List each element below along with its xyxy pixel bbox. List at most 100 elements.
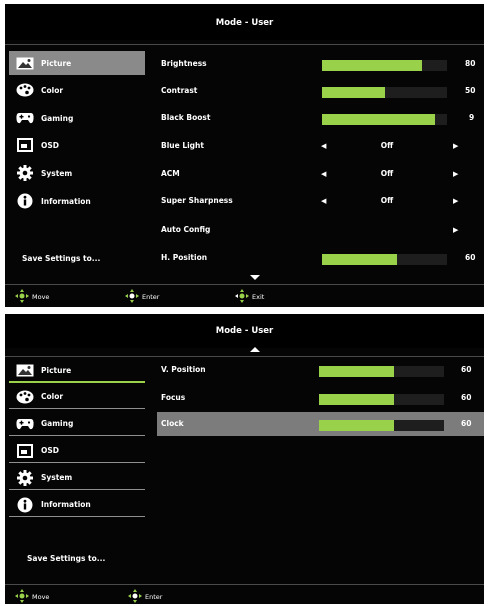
dpad-enter-icon	[125, 289, 142, 305]
palette-icon	[13, 390, 37, 404]
sidebar-item-label: Information	[41, 196, 91, 206]
arrow-left-icon[interactable]: ◀	[321, 134, 326, 158]
sidebar-item-information[interactable]: Information	[9, 493, 145, 517]
sidebar-item-label: Picture	[41, 365, 72, 375]
sidebar-item-color[interactable]: Color	[9, 78, 145, 102]
arrow-right-icon[interactable]: ▶	[453, 218, 458, 242]
hint-enter: Enter	[125, 287, 159, 307]
gamepad-icon	[13, 417, 37, 431]
sidebar-item-label: Information	[41, 500, 91, 509]
setting-contrast[interactable]: Contrast 50	[157, 79, 484, 103]
arrow-right-icon[interactable]: ▶	[453, 134, 458, 158]
gear-icon	[13, 165, 37, 181]
setting-label: Black Boost	[161, 113, 211, 122]
setting-option: Off	[380, 169, 394, 178]
dpad-move-icon	[15, 289, 32, 305]
sidebar-item-label: System	[41, 473, 73, 482]
dpad-move-icon	[15, 589, 32, 604]
setting-black-boost[interactable]: Black Boost 9	[157, 106, 484, 130]
sidebar-item-picture[interactable]: Picture	[9, 51, 145, 75]
sidebar-item-label: Gaming	[41, 113, 74, 123]
setting-auto-config[interactable]: Auto Config ▶	[157, 218, 484, 242]
sidebar-item-osd[interactable]: OSD	[9, 439, 145, 463]
setting-label: Brightness	[161, 59, 207, 68]
dpad-exit-icon	[235, 289, 252, 305]
divider	[5, 356, 484, 357]
footer-hints: Move Enter Exit	[5, 287, 484, 307]
sidebar-item-label: Picture	[41, 58, 72, 68]
sidebar-item-label: Color	[41, 392, 64, 401]
setting-value: 9	[469, 113, 475, 122]
hint-label: Move	[32, 593, 50, 601]
palette-icon	[13, 83, 37, 97]
level-bar[interactable]	[319, 394, 444, 405]
setting-label: Contrast	[161, 86, 198, 95]
setting-label: V. Position	[161, 365, 206, 374]
setting-blue-light[interactable]: Blue Light ◀ Off ▶	[157, 134, 484, 158]
hint-label: Exit	[252, 293, 265, 301]
arrow-left-icon[interactable]: ◀	[321, 189, 326, 213]
save-settings-button[interactable]: Save Settings to...	[27, 554, 105, 563]
sidebar-item-picture[interactable]: Picture	[9, 359, 145, 383]
setting-acm[interactable]: ACM ◀ Off ▶	[157, 162, 484, 186]
sidebar-item-label: Color	[41, 85, 64, 95]
setting-h-position[interactable]: H. Position 60	[157, 246, 484, 270]
picture-icon	[13, 364, 37, 377]
gamepad-icon	[13, 111, 37, 125]
level-bar[interactable]	[322, 60, 447, 71]
sidebar-item-system[interactable]: System	[9, 161, 145, 185]
setting-option: Off	[380, 196, 394, 205]
sidebar-item-information[interactable]: Information	[9, 189, 145, 213]
setting-focus[interactable]: Focus 60	[157, 386, 484, 410]
arrow-left-icon[interactable]: ◀	[321, 162, 326, 186]
footer-hints: Move Enter	[5, 587, 484, 604]
level-bar[interactable]	[319, 366, 444, 377]
sidebar-item-osd[interactable]: OSD	[9, 133, 145, 157]
setting-label: Super Sharpness	[161, 196, 233, 205]
setting-value: 60	[461, 365, 472, 374]
level-fill	[319, 394, 394, 405]
level-fill	[322, 60, 422, 71]
setting-label: Auto Config	[161, 225, 211, 234]
divider	[5, 584, 484, 585]
level-bar[interactable]	[319, 420, 444, 431]
sidebar-item-system[interactable]: System	[9, 466, 145, 490]
sidebar-item-label: Gaming	[41, 419, 74, 428]
setting-value: 60	[461, 393, 472, 402]
hint-label: Enter	[145, 593, 163, 601]
setting-value: 60	[465, 253, 476, 262]
osd-icon	[13, 138, 37, 152]
level-bar[interactable]	[322, 114, 447, 125]
hint-move: Move	[15, 587, 49, 604]
divider	[5, 284, 484, 285]
sidebar-item-label: OSD	[41, 446, 60, 455]
setting-v-position[interactable]: V. Position 60	[157, 358, 484, 382]
sidebar-item-label: OSD	[41, 140, 60, 150]
setting-clock[interactable]: Clock 60	[157, 412, 484, 436]
arrow-right-icon[interactable]: ▶	[453, 189, 458, 213]
scroll-down-icon[interactable]	[250, 275, 260, 280]
scroll-up-icon[interactable]	[250, 347, 260, 352]
arrow-right-icon[interactable]: ▶	[453, 162, 458, 186]
osd-icon	[13, 443, 37, 458]
sidebar-item-gaming[interactable]: Gaming	[9, 412, 145, 436]
setting-value: 60	[461, 419, 472, 428]
hint-move: Move	[15, 287, 49, 307]
divider	[5, 44, 484, 45]
setting-brightness[interactable]: Brightness 80	[157, 52, 484, 76]
level-fill	[319, 366, 394, 377]
setting-value: 80	[465, 59, 476, 68]
sidebar-item-gaming[interactable]: Gaming	[9, 106, 145, 130]
level-bar[interactable]	[322, 254, 447, 265]
setting-option: Off	[380, 141, 394, 150]
setting-super-sharpness[interactable]: Super Sharpness ◀ Off ▶	[157, 189, 484, 213]
gear-icon	[13, 469, 37, 486]
setting-label: H. Position	[161, 253, 208, 262]
picture-icon	[13, 57, 37, 70]
level-fill	[322, 87, 385, 98]
osd-screen-page2: Mode - User Picture Color Gaming OSD Sys…	[5, 314, 484, 604]
save-settings-button[interactable]: Save Settings to...	[22, 254, 100, 263]
info-icon	[13, 497, 37, 513]
sidebar-item-color[interactable]: Color	[9, 385, 145, 409]
level-bar[interactable]	[322, 87, 447, 98]
